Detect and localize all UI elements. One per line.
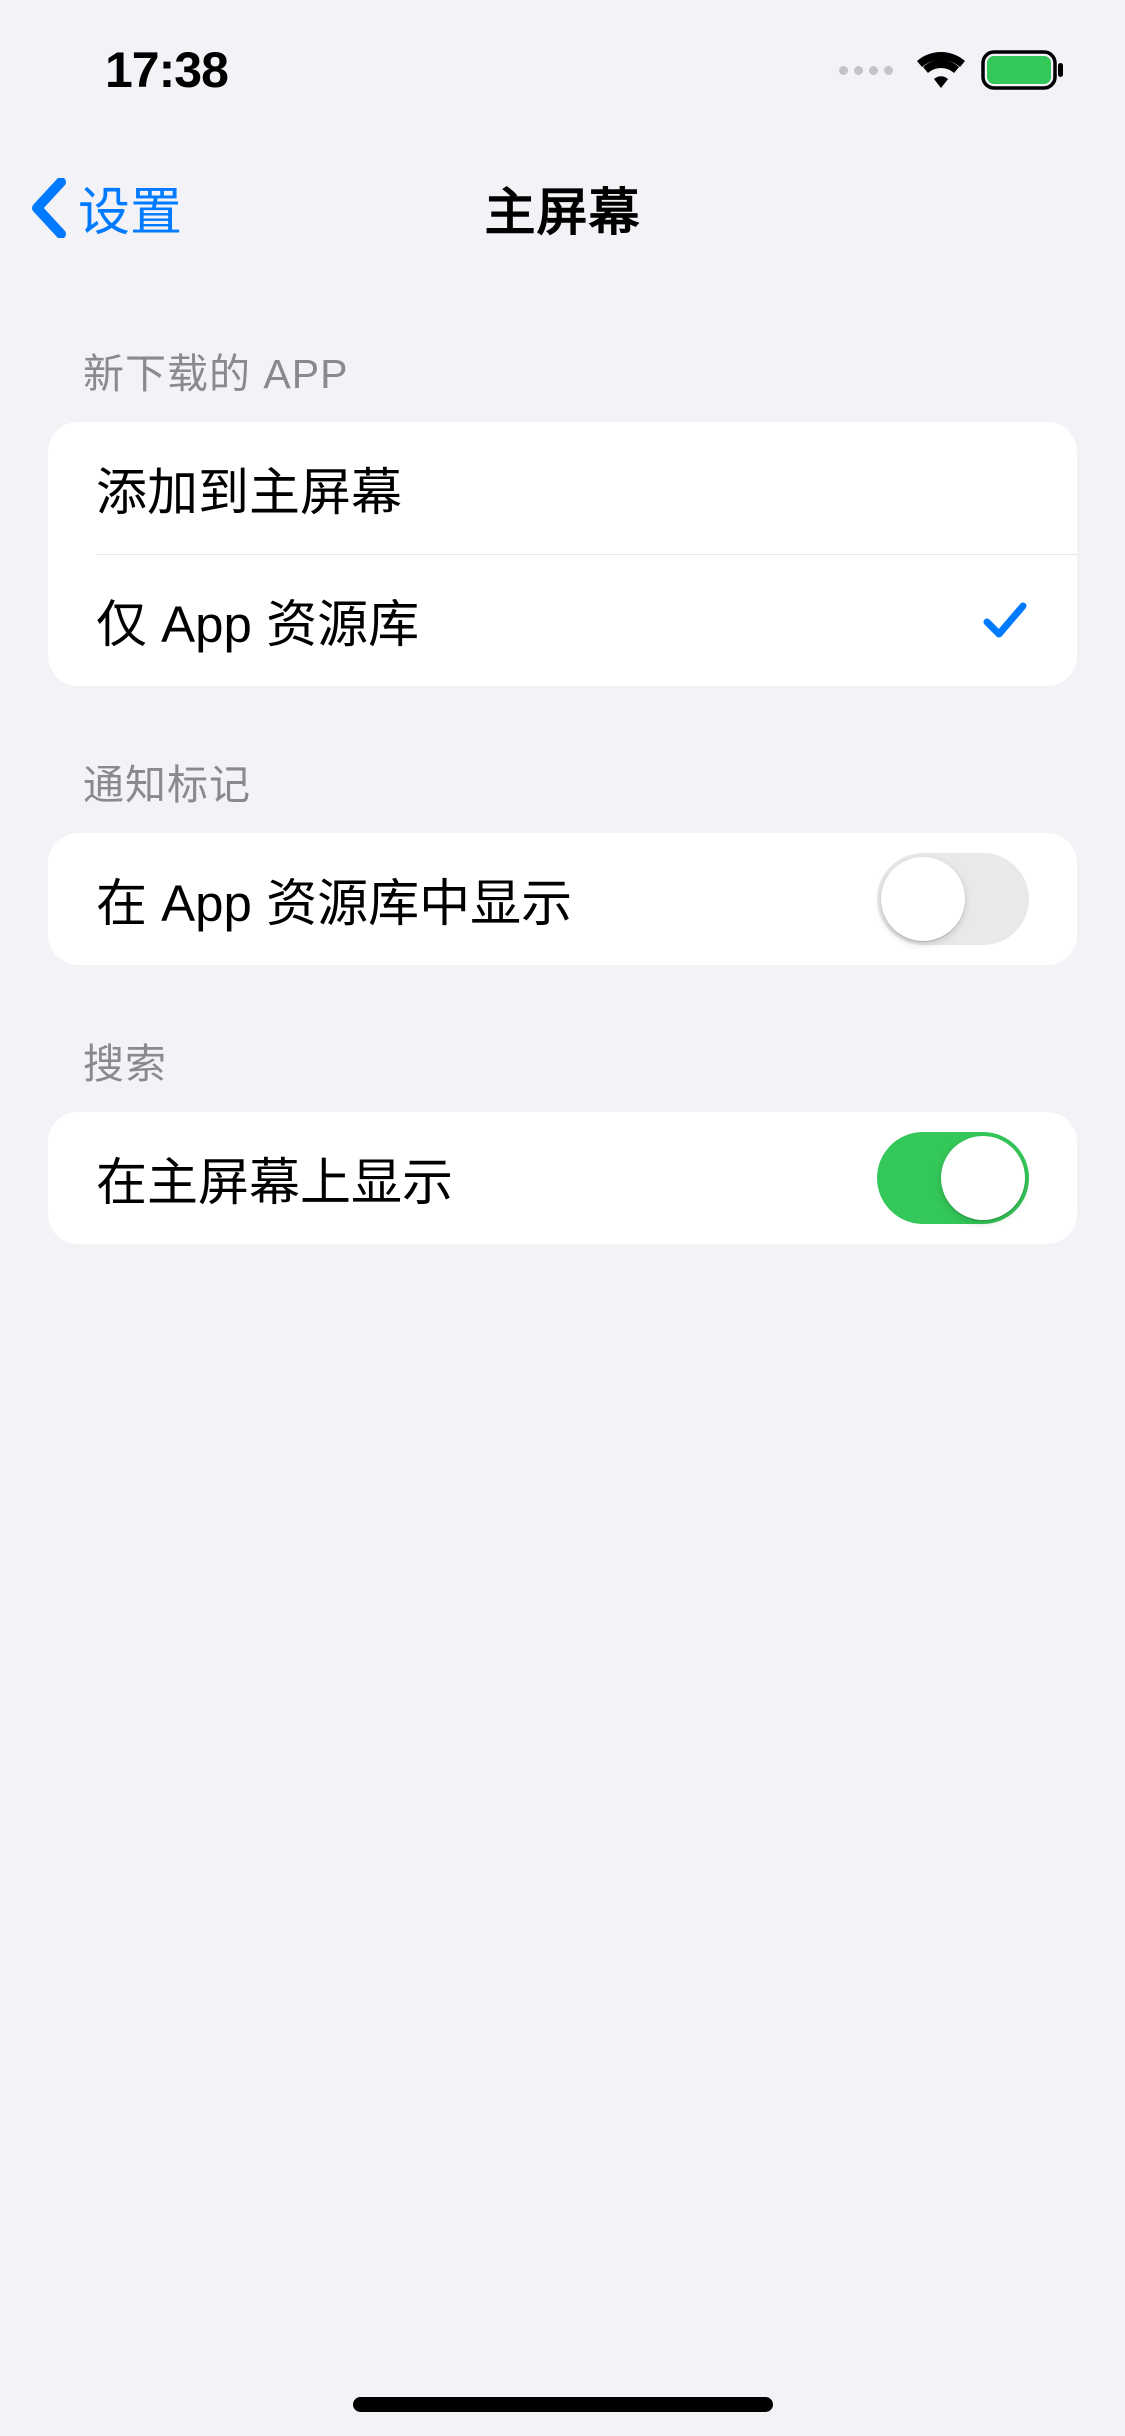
battery-icon xyxy=(981,50,1065,90)
chevron-left-icon xyxy=(30,178,68,238)
section-header-search: 搜索 xyxy=(48,965,1077,1112)
status-bar: 17:38 xyxy=(0,0,1125,140)
toggle-show-in-app-library[interactable] xyxy=(877,853,1029,945)
option-add-to-home-screen[interactable]: 添加到主屏幕 xyxy=(48,422,1077,554)
row-label: 在 App 资源库中显示 xyxy=(96,862,572,936)
option-label: 仅 App 资源库 xyxy=(96,583,419,657)
toggle-show-on-home-screen[interactable] xyxy=(877,1132,1029,1224)
page-title: 主屏幕 xyxy=(484,171,640,245)
row-label: 在主屏幕上显示 xyxy=(96,1141,453,1215)
wifi-icon xyxy=(917,52,965,88)
row-show-in-app-library: 在 App 资源库中显示 xyxy=(48,833,1077,965)
status-indicators xyxy=(839,50,1065,90)
home-indicator[interactable] xyxy=(353,2397,773,2412)
back-button[interactable]: 设置 xyxy=(30,170,182,245)
status-time: 17:38 xyxy=(105,41,228,99)
navigation-bar: 设置 主屏幕 xyxy=(0,140,1125,275)
content: 新下载的 APP 添加到主屏幕 仅 App 资源库 通知标记 在 App 资源库… xyxy=(0,275,1125,1244)
signal-dots-icon xyxy=(839,66,893,75)
section-header-new-downloads: 新下载的 APP xyxy=(48,275,1077,422)
toggle-knob xyxy=(881,857,965,941)
toggle-knob xyxy=(941,1136,1025,1220)
notification-badges-group: 在 App 资源库中显示 xyxy=(48,833,1077,965)
search-group: 在主屏幕上显示 xyxy=(48,1112,1077,1244)
row-show-on-home-screen: 在主屏幕上显示 xyxy=(48,1112,1077,1244)
back-label: 设置 xyxy=(78,170,182,245)
checkmark-icon xyxy=(981,596,1029,644)
section-header-notification-badges: 通知标记 xyxy=(48,686,1077,833)
new-downloads-group: 添加到主屏幕 仅 App 资源库 xyxy=(48,422,1077,686)
option-app-library-only[interactable]: 仅 App 资源库 xyxy=(48,554,1077,686)
option-label: 添加到主屏幕 xyxy=(96,451,402,525)
